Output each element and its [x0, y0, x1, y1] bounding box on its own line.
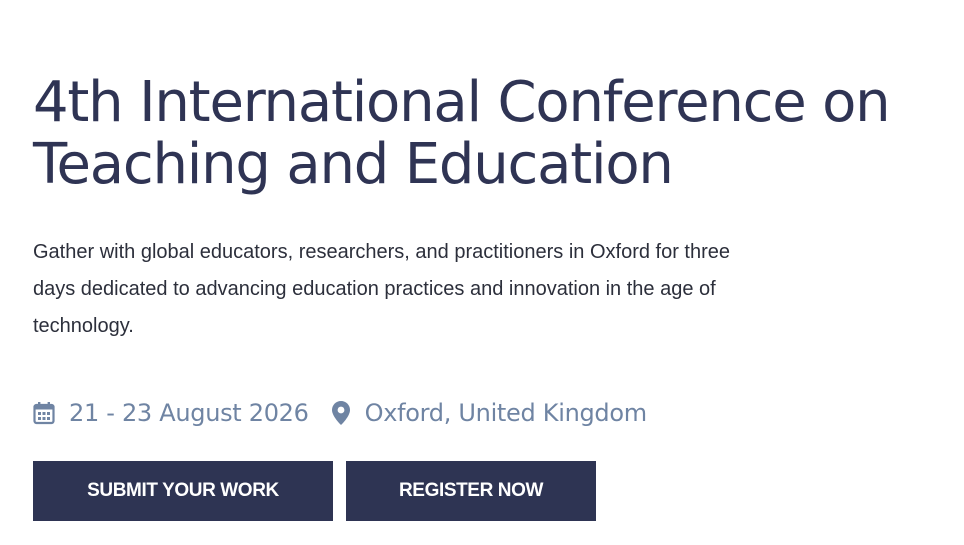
title-line-1: 4th International Conference on	[33, 70, 891, 135]
register-now-button[interactable]: REGISTER NOW	[346, 461, 596, 521]
event-date-text: 21 - 23 August 2026	[69, 399, 309, 427]
hero-section: 4th International Conference on Teaching…	[0, 0, 964, 545]
event-location: Oxford, United Kingdom	[331, 399, 647, 427]
event-meta: 21 - 23 August 2026 Oxford, United Kingd…	[33, 395, 647, 431]
event-location-text: Oxford, United Kingdom	[364, 399, 648, 427]
event-description: Gather with global educators, researcher…	[33, 241, 731, 337]
submit-work-button[interactable]: SUBMIT YOUR WORK	[33, 461, 333, 521]
calendar-icon	[33, 402, 55, 425]
map-pin-icon	[331, 401, 350, 425]
cta-buttons: SUBMIT YOUR WORK REGISTER NOW	[33, 461, 596, 521]
page-title: 4th International Conference on Teaching…	[33, 72, 953, 196]
title-line-2: Teaching and Education	[33, 132, 674, 197]
event-date: 21 - 23 August 2026	[33, 399, 309, 427]
